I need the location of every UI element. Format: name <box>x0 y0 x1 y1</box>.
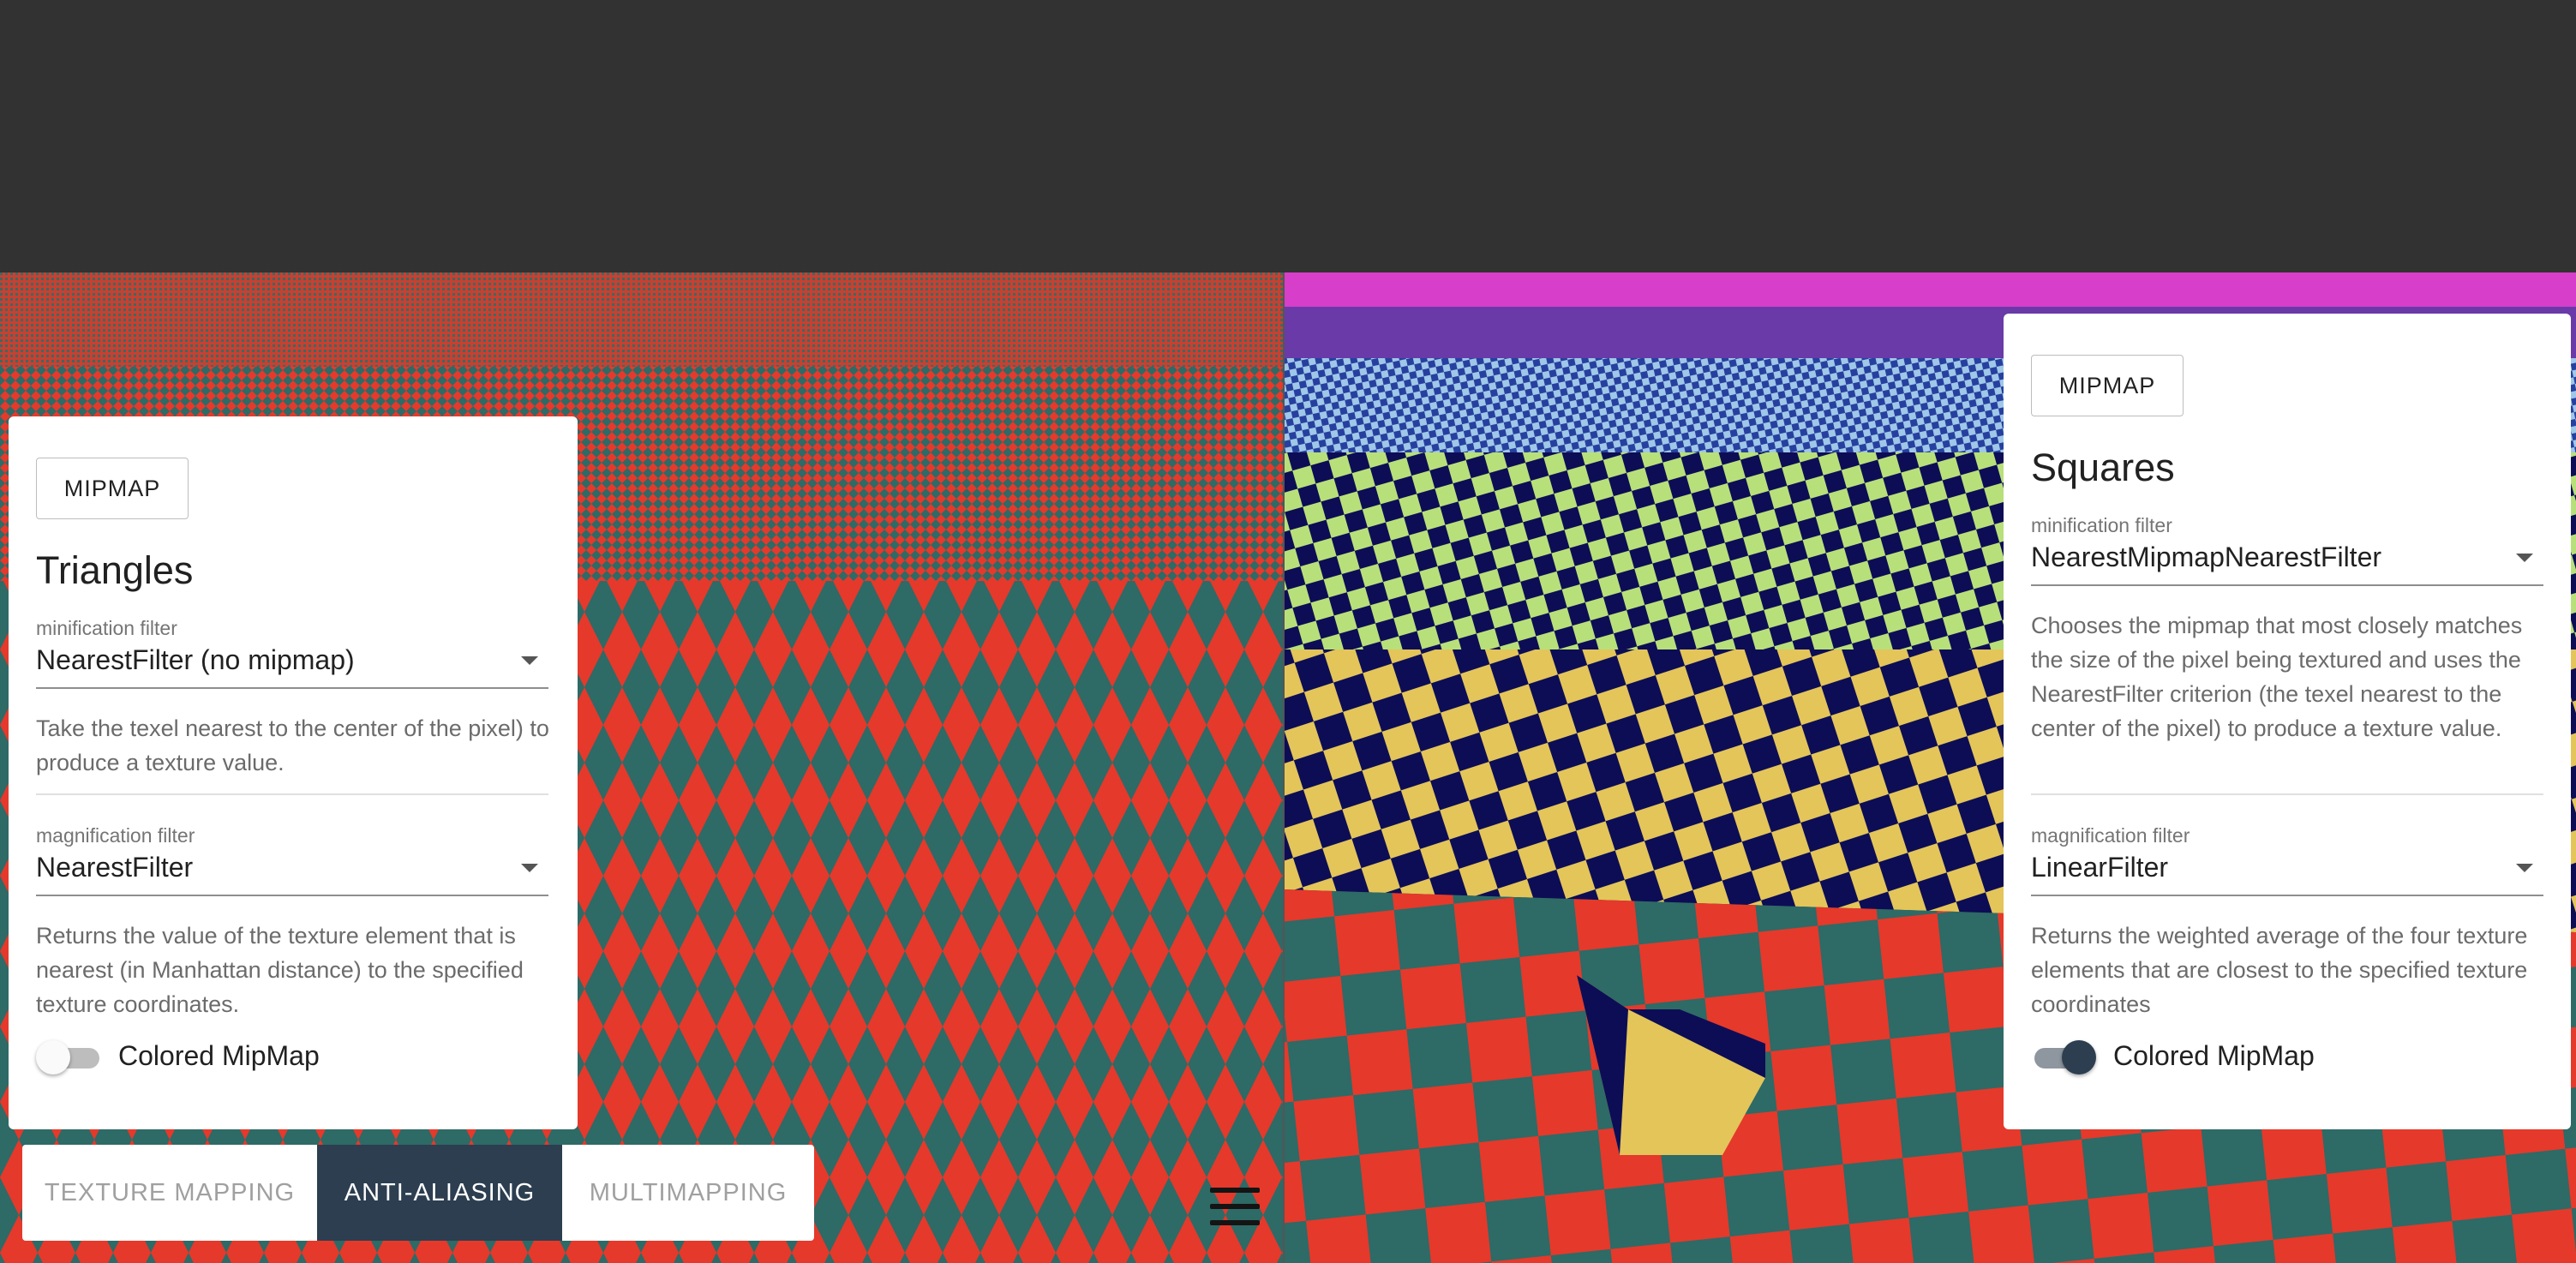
toggle-thumb <box>2062 1040 2096 1074</box>
hamburger-bar <box>1210 1220 1260 1225</box>
minification-filter-value: NearestMipmapNearestFilter <box>2031 542 2382 572</box>
section-divider <box>36 793 548 795</box>
triangles-floor-far <box>0 272 1284 367</box>
magnification-filter-description: Returns the value of the texture element… <box>36 923 524 1017</box>
section-tabs: TEXTURE MAPPING ANTI-ALIASING MULTIMAPPI… <box>22 1145 814 1241</box>
mipmap-button[interactable]: MIPMAP <box>2031 355 2184 416</box>
minification-filter-value: NearestFilter (no mipmap) <box>36 644 355 675</box>
hamburger-bar <box>1210 1204 1260 1209</box>
chevron-down-icon <box>2516 864 2533 872</box>
magnification-filter-value: NearestFilter <box>36 852 194 883</box>
minification-filter-label: minification filter <box>36 617 177 639</box>
chevron-down-icon <box>521 656 538 665</box>
chevron-down-icon <box>521 864 538 872</box>
panel-title: Triangles <box>36 548 194 592</box>
minification-filter-label: minification filter <box>2031 514 2172 536</box>
toggle-thumb <box>36 1040 70 1074</box>
magnification-filter-label: magnification filter <box>36 824 195 847</box>
minification-filter-description: Take the texel nearest to the center of … <box>36 715 549 775</box>
colored-mipmap-label: Colored MipMap <box>2113 1040 2315 1071</box>
squares-panel: MIPMAP Squares minification filter Neare… <box>2004 314 2571 1129</box>
panel-title: Squares <box>2031 446 2175 489</box>
colored-mipmap-toggle[interactable] <box>2031 1039 2100 1076</box>
hamburger-icon[interactable] <box>1210 1188 1260 1225</box>
tab-texture-mapping[interactable]: TEXTURE MAPPING <box>22 1145 317 1241</box>
magnification-filter-label: magnification filter <box>2031 824 2190 847</box>
chevron-down-icon <box>2516 554 2533 562</box>
top-bar <box>0 0 2576 272</box>
triangles-panel: MIPMAP Triangles minification filter Nea… <box>9 416 578 1129</box>
tab-anti-aliasing[interactable]: ANTI-ALIASING <box>317 1145 562 1241</box>
magnification-filter-select[interactable]: NearestFilter <box>36 850 548 896</box>
minification-filter-description: Chooses the mipmap that most closely mat… <box>2031 613 2523 741</box>
colored-mipmap-toggle[interactable] <box>36 1039 105 1076</box>
section-divider <box>2031 793 2543 795</box>
hamburger-bar <box>1210 1188 1260 1193</box>
sky-magenta <box>1284 272 2576 307</box>
colored-mipmap-label: Colored MipMap <box>118 1040 320 1071</box>
minification-filter-select[interactable]: NearestFilter (no mipmap) <box>36 643 548 689</box>
magnification-filter-description: Returns the weighted average of the four… <box>2031 923 2528 1017</box>
magnification-filter-value: LinearFilter <box>2031 852 2169 883</box>
tab-multimapping[interactable]: MULTIMAPPING <box>562 1145 814 1241</box>
magnification-filter-select[interactable]: LinearFilter <box>2031 850 2543 896</box>
mipmap-button[interactable]: MIPMAP <box>36 458 189 519</box>
minification-filter-select[interactable]: NearestMipmapNearestFilter <box>2031 540 2543 586</box>
